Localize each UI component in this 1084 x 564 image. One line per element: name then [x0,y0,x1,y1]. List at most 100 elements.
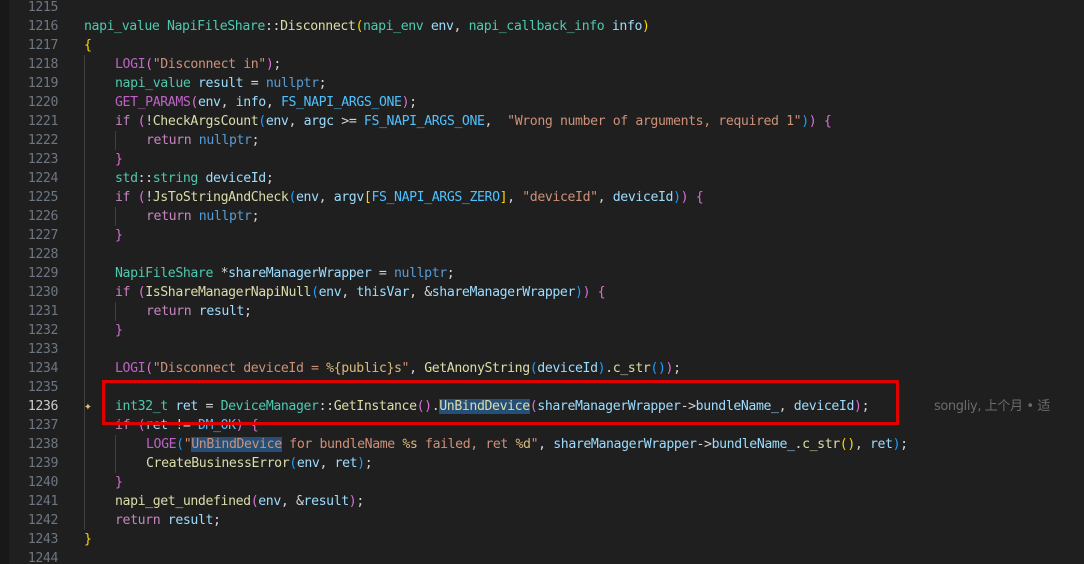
code-token: result [198,304,245,319]
code-line[interactable]: 1216 napi_value NapiFileShare::Disconnect… [0,17,1084,36]
code-line[interactable]: 1234 LOGI("Disconnect deviceId = %{public… [0,359,1084,378]
code-token: } [115,152,123,167]
code-token: GetAnonyString [424,361,530,376]
code-token: , [597,190,613,205]
line-number: 1227 [27,228,59,243]
code-text[interactable]: { [84,36,92,55]
code-line[interactable]: 1225 if (!JsToStringAndCheck(env, argv[FS… [0,188,1084,207]
code-editor[interactable]: 1215 1216 napi_value NapiFileShare::Discon… [0,0,1084,564]
code-token: return [146,304,192,319]
code-token: ; [364,456,373,471]
code-line[interactable]: 1231 return result; [0,302,1084,321]
code-token: ; [409,95,417,110]
code-line[interactable]: 1218 LOGI("Disconnect in"); [0,55,1084,74]
code-line[interactable]: 1226 return nullptr; [0,207,1084,226]
code-line[interactable]: 1224 std::string deviceId; [0,169,1084,188]
code-token: " [530,437,539,452]
code-line[interactable]: 1215 [0,0,1084,17]
code-line[interactable]: 1230 if (IsShareManagerNapiNull(env, this… [0,283,1084,302]
code-text[interactable]: return result; [146,302,252,321]
code-text[interactable]: if (IsShareManagerNapiNull(env, thisVar,… [115,283,606,302]
code-text[interactable]: CreateBusinessError(env, ret); [146,454,373,473]
line-number: 1239 [27,456,59,471]
code-line[interactable]: 1227} [0,226,1084,245]
code-line[interactable]: 1244 [0,549,1084,564]
code-text[interactable]: if (!CheckArgsCount(env, argc >= FS_NAPI… [115,112,832,131]
code-token: %s [402,437,418,452]
code-token: env [318,285,342,300]
code-token: "Disconnect in" [152,57,266,72]
code-token: -> [696,437,712,452]
sparkle-icon[interactable]: ✦ [84,397,98,416]
indent-guide [84,492,85,511]
code-token: NapiFileShare [166,19,265,34]
code-line[interactable]: 1222 return nullptr; [0,131,1084,150]
code-text[interactable]: } [84,530,92,549]
code-text[interactable]: } [115,473,123,492]
code-line[interactable]: 1242 return result; [0,511,1084,530]
code-token: deviceId [537,361,598,376]
code-token: ) [575,285,583,300]
line-number: 1235 [27,380,59,395]
line-number: 1238 [27,437,59,452]
line-number: 1219 [27,76,59,91]
code-token: nullptr [198,133,252,148]
code-token: nullptr [198,209,252,224]
code-line[interactable]: 1220 GET_PARAMS(env, info, FS_NAPI_ARGS_O… [0,93,1084,112]
code-text[interactable]: napi_value NapiFileShare::Disconnect(nap… [84,17,650,36]
code-text[interactable]: LOGI("Disconnect deviceId = %{public}s",… [115,359,681,378]
code-line[interactable]: 1240} [0,473,1084,492]
code-text[interactable]: napi_get_undefined(env, &result); [115,492,364,511]
code-line[interactable]: 1217 { [0,36,1084,55]
code-text[interactable]: NapiFileShare *shareManagerWrapper = nul… [115,264,455,283]
code-token: NapiFileShare [115,266,214,281]
code-token: ( [311,285,319,300]
code-token: . [794,437,803,452]
line-number: 1225 [27,190,59,205]
code-text[interactable]: LOGE(" UnBindDevice for bundleName %s fai… [146,435,908,454]
code-text[interactable]: return nullptr; [146,131,260,150]
code-line[interactable]: 1229 NapiFileShare *shareManagerWrapper =… [0,264,1084,283]
code-token: deviceId [205,171,267,186]
code-line[interactable]: 1239 CreateBusinessError(env, ret); [0,454,1084,473]
code-text[interactable]: } [115,226,123,245]
code-token: ; [356,494,364,509]
code-text[interactable]: } [115,150,123,169]
code-text[interactable]: } [115,321,123,340]
code-text[interactable]: return nullptr; [146,207,260,226]
code-token: } [115,228,123,243]
code-line[interactable]: 1233 [0,340,1084,359]
code-line[interactable]: 1232} [0,321,1084,340]
code-line[interactable]: 1228 [0,245,1084,264]
code-token: napi_env [363,19,424,34]
code-token: LOGI [115,361,146,376]
code-line[interactable]: 1219 napi_value result = nullptr; [0,74,1084,93]
code-text[interactable]: if (!JsToStringAndCheck(env, argv[FS_NAP… [115,188,704,207]
code-token: ( [176,437,184,452]
code-text[interactable]: std::string deviceId; [115,169,274,188]
code-text[interactable]: napi_value result = nullptr; [115,74,327,93]
indent-guide [84,131,85,150]
code-line[interactable]: 1241 napi_get_undefined(env, &result); [0,492,1084,511]
code-token: LOGI [115,57,146,72]
code-token: shareManagerWrapper [431,285,576,300]
code-token: napi_value [115,76,191,91]
line-number: 1231 [27,304,59,319]
code-line[interactable]: 1243} [0,530,1084,549]
code-line[interactable]: 1238 LOGE(" UnBindDevice for bundleName %s… [0,435,1084,454]
code-token: , [409,285,425,300]
code-line[interactable]: 1221 if (!CheckArgsCount(env, argc >= FS_… [0,112,1084,131]
code-line[interactable]: 1223} [0,150,1084,169]
indent-guide [84,169,85,188]
line-number: 1220 [27,95,59,110]
code-text[interactable]: return result; [115,511,221,530]
code-token: , [220,95,236,110]
code-text[interactable]: LOGI("Disconnect in"); [115,55,281,74]
code-text[interactable]: GET_PARAMS(env, info, FS_NAPI_ARGS_ONE); [115,93,417,112]
code-token: if [115,285,131,300]
